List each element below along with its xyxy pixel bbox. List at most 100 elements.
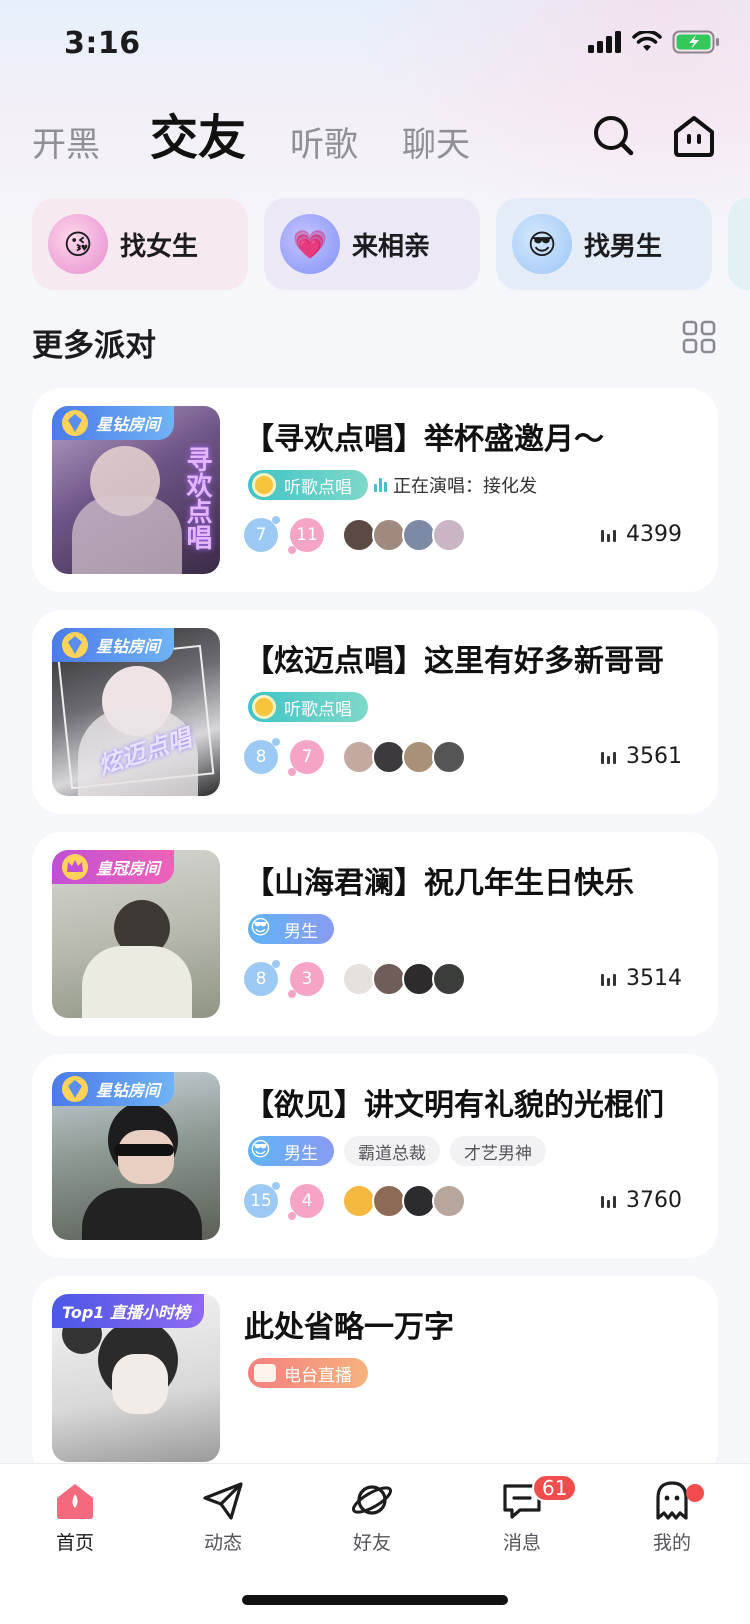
audio-bars-icon [601, 750, 616, 764]
avatar [402, 518, 436, 552]
now-singing: 正在演唱： 接化发 [374, 472, 537, 498]
avatar [342, 962, 376, 996]
nav-messages[interactable]: 61 消息 [472, 1474, 578, 1555]
status-time: 3:16 [64, 26, 141, 61]
chip-label: 找女生 [120, 231, 199, 262]
room-tags: 😎 男生 霸道总裁 才艺男神 [248, 1136, 546, 1166]
app-screen: 3:16 开黑 交友 听歌 聊天 😘 找女生 💗 来相亲 😎 找男生 更多派对 … [0, 0, 750, 1624]
tag-radio-live: 电台直播 [248, 1358, 368, 1388]
sunglasses-face-icon: 😎 [512, 214, 572, 274]
audio-bars-icon [601, 972, 616, 986]
nav-home[interactable]: 首页 [25, 1478, 125, 1555]
room-cover-image: 皇冠房间 [52, 850, 220, 1018]
signal-icon [588, 31, 621, 53]
tag-song-request: 听歌点唱 [248, 470, 368, 500]
section-title: 更多派对 [32, 328, 156, 364]
chip-label: 来相亲 [352, 231, 431, 262]
tag-song-request: 听歌点唱 [248, 692, 368, 722]
listener-count: 4399 [601, 522, 682, 547]
crown-icon [62, 854, 88, 880]
male-count: 8 [244, 738, 280, 774]
unread-badge: 61 [532, 1474, 578, 1502]
female-count: 3 [288, 962, 324, 998]
nav-profile[interactable]: 我的 [622, 1478, 722, 1555]
battery-icon [672, 30, 719, 54]
room-members: 7 11 [244, 516, 466, 554]
room-title: 【山海君澜】祝几年生日快乐 [244, 866, 634, 901]
male-count: 15 [244, 1182, 280, 1218]
now-singing-song: 接化发 [483, 476, 537, 497]
female-count: 11 [288, 518, 324, 554]
chip-find-boy[interactable]: 😎 找男生 [496, 198, 712, 290]
room-card[interactable]: Top1 直播小时榜 此处省略一万字 电台直播 [32, 1276, 718, 1480]
avatar [372, 962, 406, 996]
room-tags: 听歌点唱 [248, 692, 368, 722]
chip-blind-date[interactable]: 💗 来相亲 [264, 198, 480, 290]
avatar [432, 518, 466, 552]
room-title: 【欲见】讲文明有礼貌的光棍们 [244, 1088, 664, 1123]
avatar [372, 1184, 406, 1218]
room-title: 【炫迈点唱】这里有好多新哥哥 [244, 644, 664, 679]
member-avatars [342, 740, 466, 774]
planet-icon [351, 1485, 393, 1515]
room-card[interactable]: 皇冠房间 【山海君澜】祝几年生日快乐 😎 男生 8 3 3514 [32, 832, 718, 1036]
equalizer-icon [374, 478, 387, 492]
diamond-icon [62, 410, 88, 436]
top-tab-bar: 开黑 交友 听歌 聊天 [32, 100, 718, 180]
room-level-badge: 皇冠房间 [52, 850, 175, 884]
home-icon[interactable] [670, 112, 718, 160]
paper-plane-icon [203, 1482, 243, 1520]
tab-tingge[interactable]: 听歌 [290, 117, 358, 166]
room-tags: 听歌点唱 正在演唱： 接化发 [248, 470, 537, 500]
avatar [342, 518, 376, 552]
room-card[interactable]: 炫迈点唱 星钻房间 【炫迈点唱】这里有好多新哥哥 听歌点唱 8 7 3561 [32, 610, 718, 814]
nav-friends[interactable]: 好友 [322, 1478, 422, 1555]
room-members: 15 4 [244, 1182, 466, 1220]
quick-chip-row: 😘 找女生 💗 来相亲 😎 找男生 [32, 198, 750, 290]
avatar [402, 740, 436, 774]
room-card[interactable]: 星钻房间 【欲见】讲文明有礼貌的光棍们 😎 男生 霸道总裁 才艺男神 15 4 [32, 1054, 718, 1258]
chip-label: 找男生 [584, 231, 663, 262]
avatar [372, 518, 406, 552]
room-level-badge: 星钻房间 [52, 628, 175, 662]
tab-kaihei[interactable]: 开黑 [32, 117, 100, 166]
avatar [432, 1184, 466, 1218]
tab-liaotian[interactable]: 聊天 [402, 117, 470, 166]
diamond-icon [62, 1076, 88, 1102]
room-cover-image: 炫迈点唱 星钻房间 [52, 628, 220, 796]
rank-badge: Top1 直播小时榜 [52, 1294, 205, 1328]
avatar [432, 740, 466, 774]
tab-jiaoyou[interactable]: 交友 [150, 98, 246, 168]
member-avatars [342, 1184, 466, 1218]
sunglasses-face-icon: 😎 [250, 915, 271, 939]
search-icon[interactable] [590, 112, 638, 160]
female-count: 7 [288, 740, 324, 776]
radio-icon [254, 1364, 276, 1382]
room-members: 8 7 [244, 738, 466, 776]
nav-moments[interactable]: 动态 [173, 1478, 273, 1555]
avatar [372, 740, 406, 774]
room-card[interactable]: 寻欢点唱 星钻房间 【寻欢点唱】举杯盛邀月～ 听歌点唱 正在演唱：接化发 7 [32, 388, 718, 592]
room-title: 此处省略一万字 [244, 1310, 454, 1345]
home-indicator [242, 1595, 508, 1605]
avatar [402, 1184, 436, 1218]
disc-icon [252, 473, 276, 497]
room-members: 8 3 [244, 960, 466, 998]
male-count: 8 [244, 960, 280, 996]
notification-dot [686, 1484, 704, 1502]
status-icons [588, 30, 720, 54]
room-level-badge: 星钻房间 [52, 1072, 175, 1106]
ghost-icon [656, 1481, 688, 1520]
wifi-icon [632, 31, 662, 51]
member-avatars [342, 518, 466, 552]
chip-find-girl[interactable]: 😘 找女生 [32, 198, 248, 290]
member-avatars [342, 962, 466, 996]
room-tags: 😎 男生 [248, 914, 334, 944]
chip-more[interactable] [728, 198, 750, 290]
home-flame-icon [57, 1484, 93, 1519]
gift-avatar-icon [342, 1184, 376, 1218]
tag-male: 😎 男生 [248, 1136, 334, 1166]
grid-view-icon[interactable] [682, 320, 716, 354]
avatar [342, 740, 376, 774]
room-level-badge: 星钻房间 [52, 406, 175, 440]
